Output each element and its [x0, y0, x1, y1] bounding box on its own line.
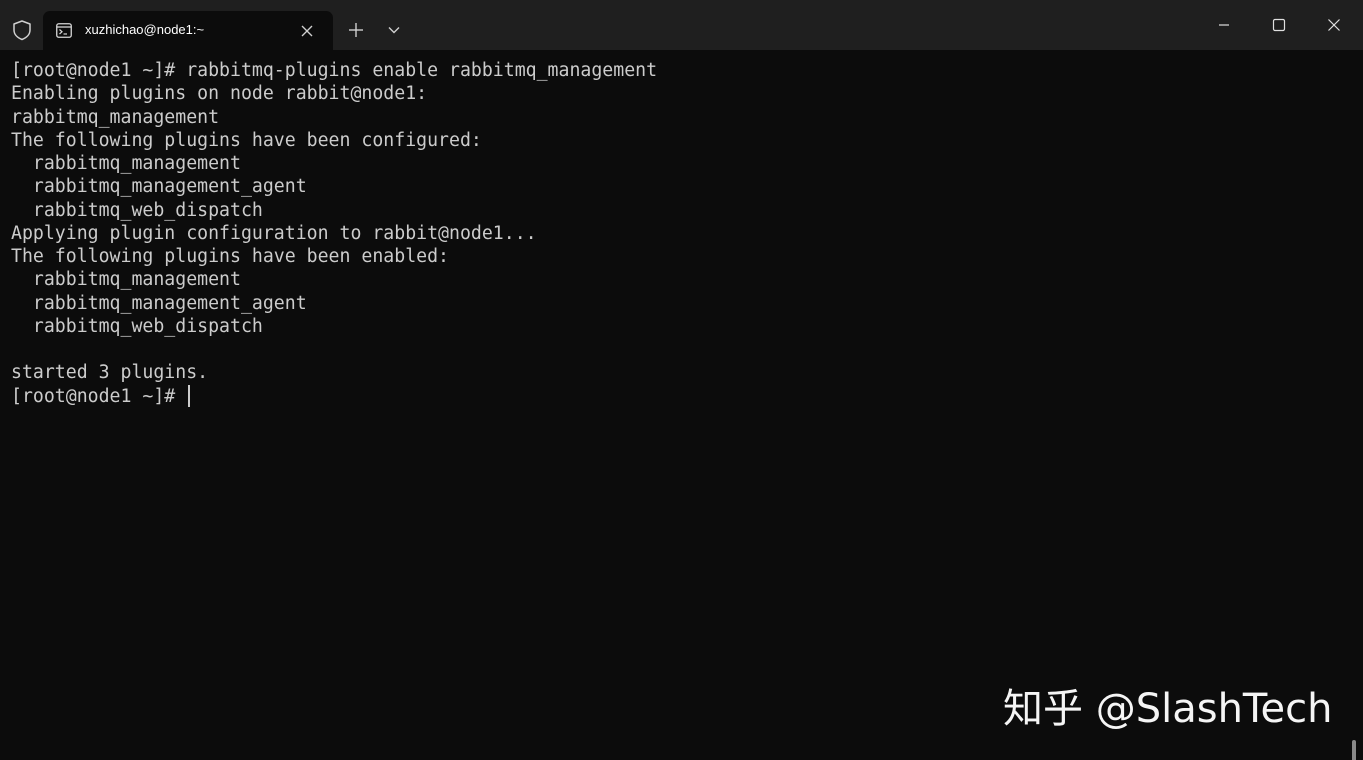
terminal-line: Enabling plugins on node rabbit@node1: — [11, 83, 428, 105]
scrollbar-thumb[interactable] — [1352, 740, 1356, 760]
prompt-line[interactable]: [root@node1 ~]# — [11, 384, 657, 408]
terminal-window: xuzhichao@node1:~ [root@node1 ~]# rabbit… — [0, 0, 1363, 760]
terminal-line: [root@node1 ~]# rabbitmq-plugins enable … — [11, 60, 658, 81]
terminal-line: rabbitmq_web_dispatch — [11, 199, 263, 221]
terminal-line: rabbitmq_management — [11, 106, 220, 128]
shell-prompt: [root@node1 ~]# — [11, 385, 187, 407]
terminal-line: rabbitmq_management_agent — [11, 176, 307, 198]
terminal-line: rabbitmq_management — [11, 153, 241, 174]
terminal-line: Applying plugin configuration to rabbit@… — [11, 222, 537, 244]
terminal-line: started 3 plugins. — [11, 362, 209, 384]
terminal-line: rabbitmq_web_dispatch — [11, 315, 263, 337]
tab-active[interactable]: xuzhichao@node1:~ — [43, 11, 333, 50]
tab-title: xuzhichao@node1:~ — [85, 22, 205, 37]
title-bar[interactable]: xuzhichao@node1:~ — [0, 0, 1363, 50]
shield-icon[interactable] — [11, 19, 33, 41]
terminal-area[interactable]: [root@node1 ~]# rabbitmq-plugins enable … — [0, 50, 1363, 760]
terminal-line: rabbitmq_management_agent — [11, 292, 307, 314]
terminal-line: The following plugins have been enabled: — [11, 246, 449, 267]
close-icon[interactable] — [299, 23, 315, 39]
text-cursor — [188, 384, 191, 407]
terminal-line: rabbitmq_management — [11, 269, 241, 291]
chevron-down-icon[interactable] — [384, 20, 404, 40]
terminal-icon — [56, 23, 72, 38]
terminal-output: [root@node1 ~]# rabbitmq-plugins enable … — [11, 59, 657, 408]
terminal-line: The following plugins have been configur… — [11, 129, 482, 151]
plus-icon[interactable] — [346, 20, 366, 40]
minimize-icon[interactable] — [1212, 13, 1236, 37]
close-icon[interactable] — [1322, 13, 1346, 37]
maximize-icon[interactable] — [1267, 13, 1291, 37]
watermark: 知乎 @SlashTech — [1003, 686, 1333, 732]
